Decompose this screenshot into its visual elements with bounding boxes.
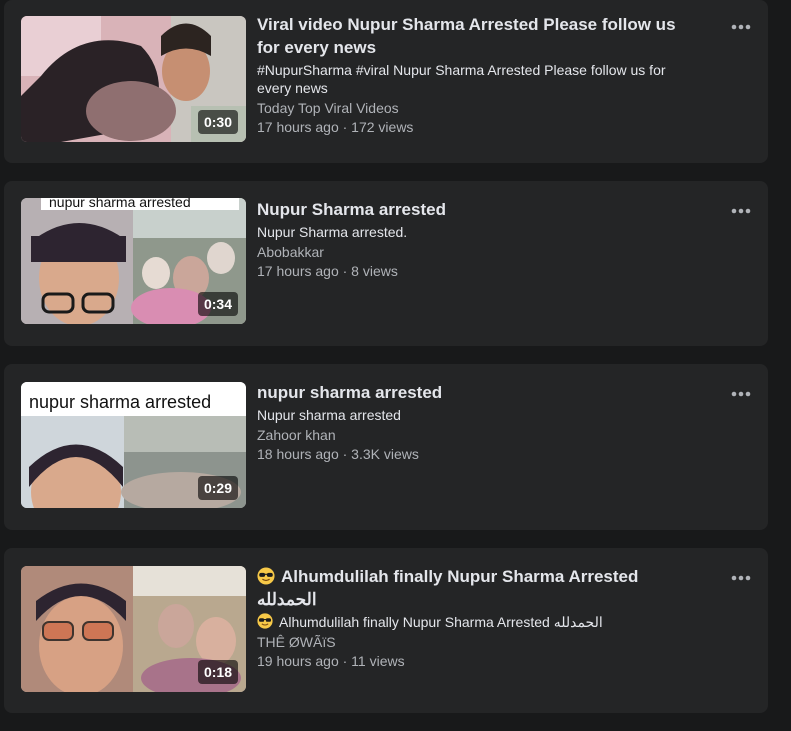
video-card[interactable]: 0:30 Viral video Nupur Sharma Arrested P… xyxy=(4,0,768,163)
video-meta: 18 hours ago · 3.3K views xyxy=(257,446,419,462)
more-horizontal-icon xyxy=(731,391,751,397)
video-meta: 17 hours ago · 172 views xyxy=(257,119,414,135)
video-thumbnail[interactable]: 0:18 xyxy=(21,566,246,692)
video-description: #NupurSharma #viral Nupur Sharma Arreste… xyxy=(257,62,666,96)
channel-name[interactable]: THÊ ØWÃïS xyxy=(257,633,697,652)
thumbnail-caption: nupur sharma arrested xyxy=(49,198,191,210)
video-info: Viral video Nupur Sharma Arrested Please… xyxy=(257,13,697,137)
video-duration: 0:34 xyxy=(197,292,238,316)
video-title[interactable]: nupur sharma arrested xyxy=(257,381,697,404)
video-card[interactable]: nupur sharma arrested 0:34 Nupur Sharma … xyxy=(4,181,768,346)
video-duration: 0:18 xyxy=(197,660,238,684)
video-card[interactable]: nupur sharma arrested 0:29 nupur sharma … xyxy=(4,364,768,530)
video-info: nupur sharma arrested Nupur sharma arres… xyxy=(257,381,697,464)
more-options-button[interactable] xyxy=(728,200,754,222)
video-thumbnail[interactable]: 0:30 xyxy=(21,16,246,142)
video-title-text: Alhumdulilah finally Nupur Sharma Arrest… xyxy=(257,567,639,609)
video-duration: 0:30 xyxy=(197,110,238,134)
more-options-button[interactable] xyxy=(728,383,754,405)
video-description: Alhumdulilah finally Nupur Sharma Arrest… xyxy=(257,613,697,631)
video-description-text: Alhumdulilah finally Nupur Sharma Arrest… xyxy=(279,614,603,630)
video-feed: 0:30 Viral video Nupur Sharma Arrested P… xyxy=(0,0,791,731)
video-meta: 19 hours ago · 11 views xyxy=(257,653,405,669)
sunglasses-emoji-icon xyxy=(257,613,273,629)
more-horizontal-icon xyxy=(731,208,751,214)
video-info: Nupur Sharma arrested Nupur Sharma arres… xyxy=(257,198,697,281)
video-thumbnail[interactable]: nupur sharma arrested 0:34 xyxy=(21,198,246,324)
video-description: Nupur sharma arrested xyxy=(257,407,401,423)
video-title[interactable]: Nupur Sharma arrested xyxy=(257,198,697,221)
video-description: Nupur Sharma arrested. xyxy=(257,224,408,240)
channel-name[interactable]: Abobakkar xyxy=(257,243,697,262)
sunglasses-emoji-icon xyxy=(257,567,275,585)
channel-name[interactable]: Zahoor khan xyxy=(257,426,697,445)
more-options-button[interactable] xyxy=(728,16,754,38)
video-info: Alhumdulilah finally Nupur Sharma Arrest… xyxy=(257,565,697,671)
more-options-button[interactable] xyxy=(728,567,754,589)
video-title[interactable]: Viral video Nupur Sharma Arrested Please… xyxy=(257,13,697,59)
video-thumbnail[interactable]: nupur sharma arrested 0:29 xyxy=(21,382,246,508)
more-horizontal-icon xyxy=(731,575,751,581)
video-meta: 17 hours ago · 8 views xyxy=(257,263,398,279)
video-card[interactable]: 0:18 Alhumdulilah finally Nupur Sharma A… xyxy=(4,548,768,713)
channel-name[interactable]: Today Top Viral Videos xyxy=(257,99,697,118)
video-title[interactable]: Alhumdulilah finally Nupur Sharma Arrest… xyxy=(257,565,697,611)
more-horizontal-icon xyxy=(731,24,751,30)
thumbnail-caption: nupur sharma arrested xyxy=(29,392,211,412)
video-duration: 0:29 xyxy=(197,476,238,500)
